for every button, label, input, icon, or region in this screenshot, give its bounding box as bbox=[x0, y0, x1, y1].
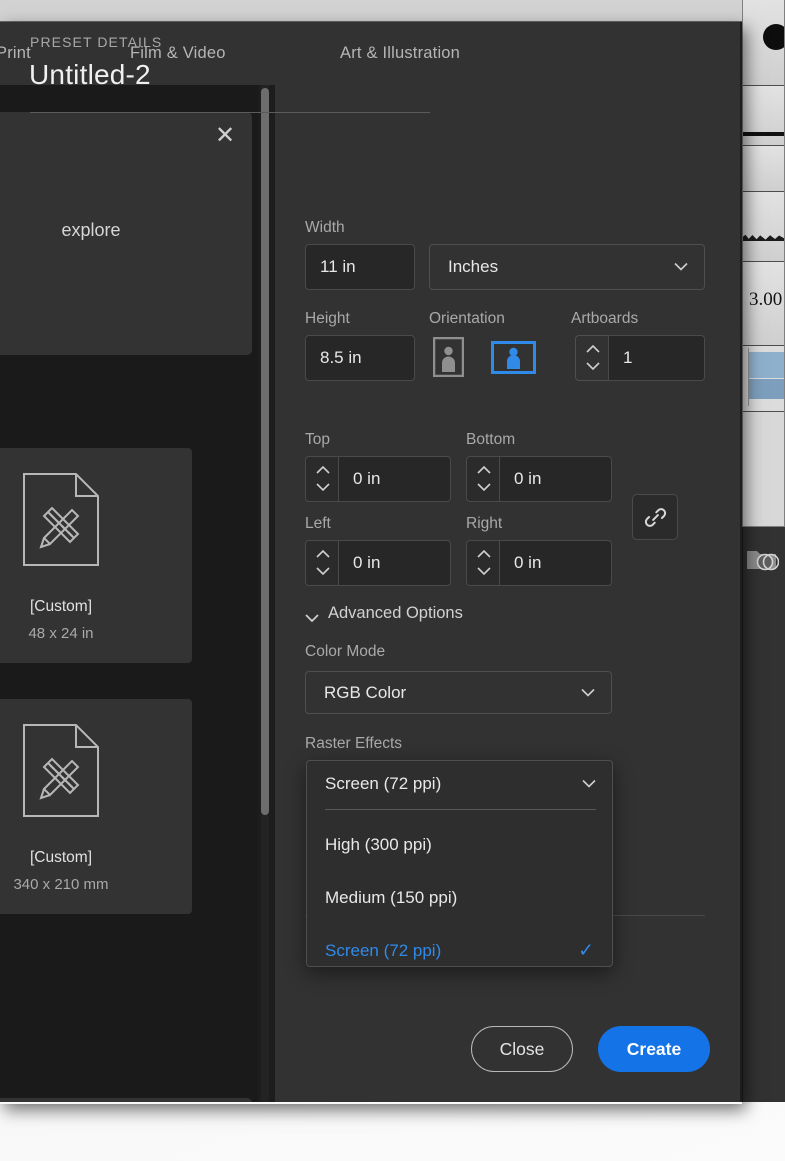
height-input[interactable]: 8.5 in bbox=[305, 335, 415, 381]
bleed-right-input[interactable]: 0 in bbox=[499, 540, 612, 586]
bleed-left-stepper[interactable] bbox=[305, 540, 339, 586]
custom-document-icon bbox=[22, 472, 100, 572]
bleed-top-stepper[interactable] bbox=[305, 456, 339, 502]
stepper-down-icon[interactable] bbox=[585, 362, 600, 371]
link-chain-icon[interactable] bbox=[632, 494, 678, 540]
stroke-row-blank[interactable] bbox=[743, 146, 784, 192]
stepper-up-icon[interactable] bbox=[315, 466, 330, 475]
raster-effects-value: Screen (72 ppi) bbox=[325, 774, 442, 793]
units-value: Inches bbox=[448, 257, 499, 276]
portrait-orientation-icon[interactable] bbox=[432, 336, 465, 378]
bleed-bottom-label: Bottom bbox=[466, 431, 516, 448]
template-size: 340 x 210 mm bbox=[13, 876, 109, 893]
bleed-bottom-input[interactable]: 0 in bbox=[499, 456, 612, 502]
tab-print-label: Print bbox=[0, 44, 31, 62]
stepper-up-icon[interactable] bbox=[476, 466, 491, 475]
raster-effects-label: Raster Effects bbox=[305, 735, 403, 752]
stroke-row-thin-line[interactable] bbox=[743, 86, 784, 146]
swatch-upper bbox=[749, 352, 784, 378]
color-mode-label: Color Mode bbox=[305, 643, 386, 660]
bleed-top-input[interactable]: 0 in bbox=[338, 456, 451, 502]
stroke-row-color-swatch[interactable] bbox=[743, 346, 784, 412]
stepper-up-icon[interactable] bbox=[315, 550, 330, 559]
close-button[interactable]: Close bbox=[471, 1026, 573, 1072]
artboards-label: Artboards bbox=[571, 310, 639, 327]
template-card-partial[interactable] bbox=[0, 1098, 252, 1102]
raster-option-screen-label: Screen (72 ppi) bbox=[325, 940, 442, 960]
close-icon[interactable]: ✕ bbox=[212, 122, 238, 148]
dropdown-separator bbox=[325, 809, 596, 810]
artboards-input[interactable]: 1 bbox=[608, 335, 705, 381]
stepper-up-icon[interactable] bbox=[585, 345, 600, 354]
advanced-options-toggle[interactable]: Advanced Options bbox=[305, 604, 463, 623]
template-list-scrollbar-thumb[interactable] bbox=[261, 88, 269, 815]
bleed-right-label: Right bbox=[466, 515, 503, 532]
stepper-up-icon[interactable] bbox=[476, 550, 491, 559]
bleed-left-input[interactable]: 0 in bbox=[338, 540, 451, 586]
stroke-row-rough-line[interactable] bbox=[743, 192, 784, 262]
check-icon: ✓ bbox=[578, 939, 594, 961]
document-name-underline bbox=[30, 112, 430, 113]
stroke-row-weight[interactable]: 3.00 bbox=[743, 262, 784, 346]
stroke-style-popup[interactable]: 3.00 bbox=[742, 0, 785, 527]
template-name: [Custom] bbox=[29, 598, 92, 615]
template-list-column[interactable]: ✕ explore [Custom] 48 x 24 in [Custom] 3… bbox=[0, 85, 258, 1102]
document-name-input[interactable]: Untitled-2 bbox=[29, 59, 429, 101]
chevron-down-icon bbox=[582, 779, 596, 789]
color-mode-value: RGB Color bbox=[324, 682, 407, 702]
raster-option-high[interactable]: High (300 ppi) bbox=[307, 818, 612, 871]
chevron-down-icon bbox=[581, 688, 595, 697]
bleed-left-label: Left bbox=[305, 515, 331, 532]
stroke-row-dot-marker[interactable] bbox=[743, 0, 784, 86]
artboards-stepper[interactable] bbox=[575, 335, 609, 381]
orientation-label: Orientation bbox=[429, 310, 505, 327]
creative-cloud-folder-icon[interactable] bbox=[745, 545, 779, 573]
app-top-strip bbox=[0, 0, 745, 22]
advanced-options-label: Advanced Options bbox=[328, 604, 463, 622]
raster-option-medium[interactable]: Medium (150 ppi) bbox=[307, 871, 612, 924]
right-panel-strip bbox=[742, 527, 785, 1102]
raster-option-medium-label: Medium (150 ppi) bbox=[325, 887, 458, 907]
landscape-orientation-icon[interactable] bbox=[491, 341, 536, 374]
height-label: Height bbox=[305, 310, 350, 327]
chevron-down-icon bbox=[305, 609, 319, 623]
color-mode-select[interactable]: RGB Color bbox=[305, 671, 612, 714]
template-card[interactable]: [Custom] 340 x 210 mm bbox=[0, 699, 192, 914]
bleed-bottom-stepper[interactable] bbox=[466, 456, 500, 502]
width-input[interactable]: 11 in bbox=[305, 244, 415, 290]
preset-details-title: PRESET DETAILS bbox=[30, 34, 163, 50]
stepper-down-icon[interactable] bbox=[476, 567, 491, 576]
width-label: Width bbox=[305, 219, 345, 236]
raster-effects-dropdown[interactable]: Screen (72 ppi) High (300 ppi) Medium (1… bbox=[306, 760, 613, 967]
custom-document-icon bbox=[22, 723, 100, 823]
template-name: [Custom] bbox=[29, 849, 92, 866]
stepper-down-icon[interactable] bbox=[315, 567, 330, 576]
tab-print[interactable]: Print bbox=[0, 22, 31, 85]
raster-effects-select[interactable]: Screen (72 ppi) bbox=[307, 761, 612, 807]
create-button[interactable]: Create bbox=[598, 1026, 710, 1072]
stepper-down-icon[interactable] bbox=[476, 483, 491, 492]
promo-card-text: explore bbox=[61, 220, 121, 240]
raster-option-high-label: High (300 ppi) bbox=[325, 834, 432, 854]
template-size: 48 x 24 in bbox=[28, 625, 94, 642]
template-card[interactable]: [Custom] 48 x 24 in bbox=[0, 448, 192, 663]
bleed-top-label: Top bbox=[305, 431, 330, 448]
stroke-weight-value: 3.00 bbox=[749, 289, 783, 310]
bleed-right-stepper[interactable] bbox=[466, 540, 500, 586]
units-select[interactable]: Inches bbox=[429, 244, 705, 290]
swatch-lower bbox=[749, 379, 784, 399]
raster-option-screen[interactable]: Screen (72 ppi) ✓ bbox=[307, 924, 612, 977]
stepper-down-icon[interactable] bbox=[315, 483, 330, 492]
chevron-down-icon bbox=[674, 262, 688, 272]
